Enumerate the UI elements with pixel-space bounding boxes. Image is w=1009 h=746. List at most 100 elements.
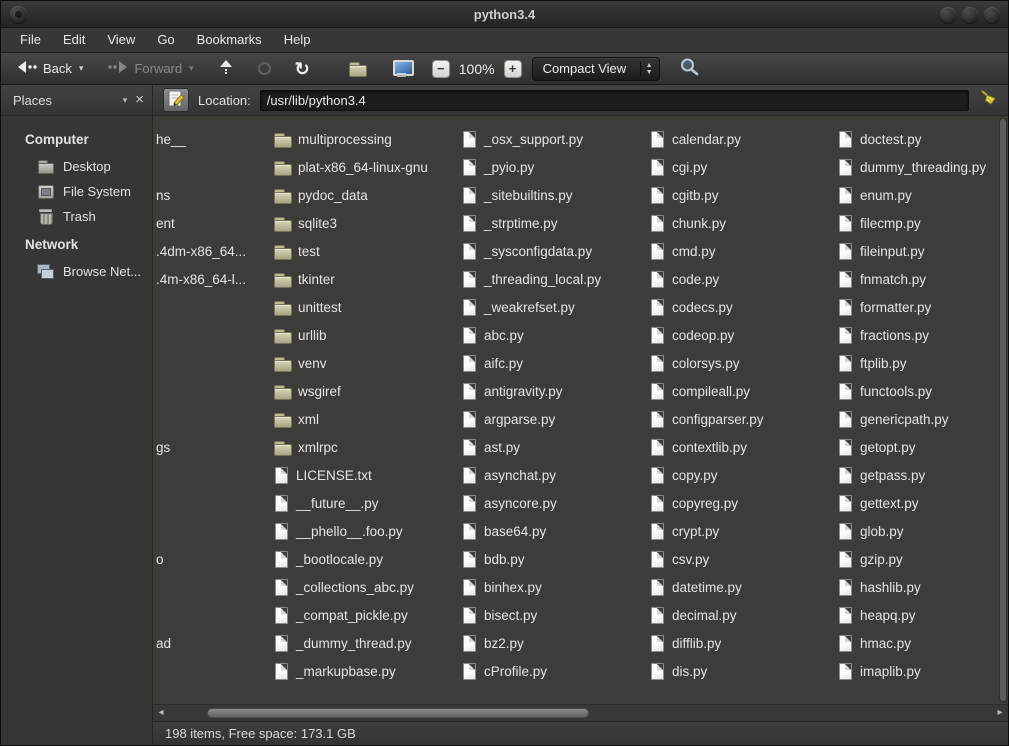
location-input[interactable] xyxy=(260,90,969,111)
file-item-clipped[interactable]: gs xyxy=(156,433,246,461)
file-item[interactable]: asynchat.py xyxy=(461,461,601,489)
file-item[interactable]: abc.py xyxy=(461,321,601,349)
file-item-clipped[interactable]: ns xyxy=(156,181,246,209)
file-item[interactable]: argparse.py xyxy=(461,405,601,433)
view-mode-select[interactable]: Compact View ▲ ▼ xyxy=(532,57,660,81)
file-item[interactable]: calendar.py xyxy=(649,125,764,153)
places-item-trash[interactable]: Trash xyxy=(1,204,152,229)
file-item-clipped[interactable]: ad xyxy=(156,629,246,657)
file-item[interactable]: copy.py xyxy=(649,461,764,489)
file-item[interactable]: imaplib.py xyxy=(837,657,986,685)
file-item[interactable]: datetime.py xyxy=(649,573,764,601)
file-item[interactable]: wsgiref xyxy=(273,377,428,405)
scroll-right-arrow-icon[interactable]: ▸ xyxy=(992,705,1008,721)
window-maximize-button[interactable] xyxy=(962,7,978,23)
file-item[interactable]: _osx_support.py xyxy=(461,125,601,153)
file-item[interactable]: crypt.py xyxy=(649,517,764,545)
places-item-browse-net-[interactable]: Browse Net... xyxy=(1,259,152,284)
file-item[interactable]: __phello__.foo.py xyxy=(273,517,428,545)
places-item-desktop[interactable]: Desktop xyxy=(1,154,152,179)
file-item[interactable]: getpass.py xyxy=(837,461,986,489)
menu-item-help[interactable]: Help xyxy=(273,28,322,52)
file-item-clipped[interactable]: .4dm-x86_64... xyxy=(156,237,246,265)
vertical-scrollbar[interactable] xyxy=(999,118,1007,702)
back-button[interactable]: Back ▾ xyxy=(11,58,88,79)
search-button[interactable] xyxy=(674,55,705,82)
file-item[interactable]: _sysconfigdata.py xyxy=(461,237,601,265)
file-item[interactable]: enum.py xyxy=(837,181,986,209)
file-item-clipped[interactable]: o xyxy=(156,545,246,573)
file-item[interactable]: hashlib.py xyxy=(837,573,986,601)
home-button[interactable] xyxy=(343,58,372,79)
file-item[interactable]: bisect.py xyxy=(461,601,601,629)
file-item[interactable]: csv.py xyxy=(649,545,764,573)
file-item[interactable]: ast.py xyxy=(461,433,601,461)
file-item[interactable]: dummy_threading.py xyxy=(837,153,986,181)
file-item[interactable]: copyreg.py xyxy=(649,489,764,517)
file-item[interactable]: _sitebuiltins.py xyxy=(461,181,601,209)
file-item[interactable]: dis.py xyxy=(649,657,764,685)
file-item[interactable]: glob.py xyxy=(837,517,986,545)
refresh-button[interactable]: ↻ xyxy=(290,59,315,79)
title-bar[interactable]: python3.4 xyxy=(1,1,1008,28)
file-item[interactable]: sqlite3 xyxy=(273,209,428,237)
file-item[interactable]: plat-x86_64-linux-gnu xyxy=(273,153,428,181)
file-item[interactable]: heapq.py xyxy=(837,601,986,629)
file-item[interactable]: _compat_pickle.py xyxy=(273,601,428,629)
window-minimize-button[interactable] xyxy=(940,7,956,23)
file-item[interactable]: tkinter xyxy=(273,265,428,293)
file-item[interactable]: fileinput.py xyxy=(837,237,986,265)
file-item[interactable]: cgi.py xyxy=(649,153,764,181)
file-item[interactable]: _dummy_thread.py xyxy=(273,629,428,657)
file-item[interactable]: pydoc_data xyxy=(273,181,428,209)
file-item[interactable]: formatter.py xyxy=(837,293,986,321)
forward-dropdown-icon[interactable]: ▾ xyxy=(189,63,194,74)
file-item[interactable]: difflib.py xyxy=(649,629,764,657)
menu-item-view[interactable]: View xyxy=(96,28,146,52)
file-item[interactable]: venv xyxy=(273,349,428,377)
file-item[interactable]: filecmp.py xyxy=(837,209,986,237)
file-item[interactable]: ftplib.py xyxy=(837,349,986,377)
forward-button[interactable]: Forward ▾ xyxy=(102,58,198,79)
horizontal-scrollbar[interactable]: ◂ ▸ xyxy=(153,704,1008,721)
file-item[interactable]: cProfile.py xyxy=(461,657,601,685)
file-item[interactable]: _markupbase.py xyxy=(273,657,428,685)
file-item[interactable]: bdb.py xyxy=(461,545,601,573)
file-item-clipped[interactable]: .4m-x86_64-l... xyxy=(156,265,246,293)
file-item[interactable]: colorsys.py xyxy=(649,349,764,377)
horizontal-scrollbar-track[interactable] xyxy=(169,705,992,721)
back-dropdown-icon[interactable]: ▾ xyxy=(79,63,84,74)
places-item-file-system[interactable]: File System xyxy=(1,179,152,204)
file-item-clipped[interactable]: ent xyxy=(156,209,246,237)
file-item[interactable]: xmlrpc xyxy=(273,433,428,461)
zoom-out-button[interactable]: − xyxy=(432,60,450,78)
file-item[interactable]: antigravity.py xyxy=(461,377,601,405)
menu-item-file[interactable]: File xyxy=(9,28,52,52)
file-item[interactable]: configparser.py xyxy=(649,405,764,433)
file-item[interactable]: contextlib.py xyxy=(649,433,764,461)
file-item[interactable]: _pyio.py xyxy=(461,153,601,181)
file-item[interactable]: urllib xyxy=(273,321,428,349)
file-item[interactable]: asyncore.py xyxy=(461,489,601,517)
file-item[interactable]: xml xyxy=(273,405,428,433)
file-item-clipped[interactable]: he__ xyxy=(156,125,246,153)
stop-button[interactable] xyxy=(253,60,276,77)
file-item[interactable]: hmac.py xyxy=(837,629,986,657)
clean-broom-icon[interactable] xyxy=(978,89,998,111)
file-item[interactable]: cgitb.py xyxy=(649,181,764,209)
file-item[interactable]: genericpath.py xyxy=(837,405,986,433)
file-item[interactable]: compileall.py xyxy=(649,377,764,405)
file-item[interactable]: functools.py xyxy=(837,377,986,405)
vertical-scrollbar-thumb[interactable] xyxy=(1000,119,1006,701)
edit-location-button[interactable] xyxy=(163,88,189,112)
file-item[interactable]: decimal.py xyxy=(649,601,764,629)
file-item[interactable]: _strptime.py xyxy=(461,209,601,237)
file-item[interactable]: chunk.py xyxy=(649,209,764,237)
menu-item-edit[interactable]: Edit xyxy=(52,28,96,52)
file-item[interactable]: base64.py xyxy=(461,517,601,545)
horizontal-scrollbar-thumb[interactable] xyxy=(207,708,589,718)
window-close-button[interactable] xyxy=(984,7,1000,23)
file-item[interactable]: _threading_local.py xyxy=(461,265,601,293)
file-item[interactable]: cmd.py xyxy=(649,237,764,265)
file-item[interactable]: gettext.py xyxy=(837,489,986,517)
